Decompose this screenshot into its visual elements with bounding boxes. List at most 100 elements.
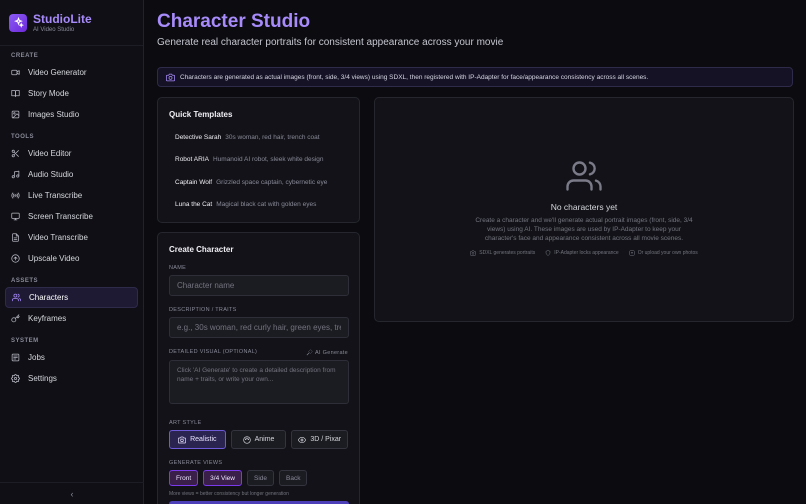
sidebar-item-video-editor[interactable]: Video Editor: [5, 143, 138, 164]
sidebar-item-label: Settings: [28, 374, 57, 383]
sidebar-item-settings[interactable]: Settings: [5, 368, 138, 389]
art-style-3d-button[interactable]: 3D / Pixar: [291, 430, 349, 449]
feature-item: SDXL generates portraits: [470, 250, 535, 256]
info-banner: Characters are generated as actual image…: [157, 67, 793, 87]
list-icon: [11, 353, 20, 362]
views-label: GENERATE VIEWS: [169, 460, 348, 466]
art-style-label: ART STYLE: [169, 420, 348, 426]
visual-label: DETAILED VISUAL (OPTIONAL) AI Generate: [169, 349, 348, 356]
name-label-text: NAME: [169, 265, 187, 271]
users-icon: [12, 293, 21, 302]
name-label: NAME: [169, 265, 348, 271]
art-style-realistic-button[interactable]: Realistic: [169, 430, 226, 449]
view-label: Back: [286, 474, 301, 482]
file-text-icon: [12, 233, 19, 242]
template-desc: Magical black cat with golden eyes: [216, 201, 317, 209]
view-label: Side: [254, 474, 268, 482]
upload-icon: [629, 250, 635, 256]
feature-item: IP-Adapter locks appearance: [545, 250, 619, 256]
characters-empty-state: No characters yet Create a character and…: [374, 97, 794, 322]
feature-label: Or upload your own photos: [637, 250, 698, 256]
template-item[interactable]: Detective Sarah 30s woman, red hair, tre…: [169, 126, 348, 149]
empty-description: Create a character and we'll generate ac…: [475, 217, 693, 242]
name-input[interactable]: [169, 275, 349, 296]
quick-templates-card: Quick Templates Detective Sarah 30s woma…: [157, 97, 360, 223]
image-icon: [11, 110, 20, 119]
sidebar-item-keyframes[interactable]: Keyframes: [5, 308, 138, 329]
feature-label: SDXL generates portraits: [479, 250, 536, 256]
camera-icon: [470, 250, 477, 256]
brand-subtitle: AI Video Studio: [33, 26, 75, 33]
upscale-icon: [11, 254, 20, 263]
sidebar-item-label: Story Mode: [28, 89, 69, 98]
sidebar-item-label: Live Transcribe: [28, 191, 83, 200]
art-style-label-text: Anime: [254, 436, 275, 443]
view-back-toggle[interactable]: Back: [279, 470, 308, 486]
traits-input[interactable]: [169, 317, 349, 338]
sidebar-item-label: Upscale Video: [28, 254, 80, 263]
sidebar-item-characters[interactable]: Characters: [5, 287, 138, 308]
sidebar-item-live-transcribe[interactable]: Live Transcribe: [5, 185, 138, 206]
ai-generate-label: AI Generate: [315, 349, 348, 356]
feature-list: SDXL generates portraits IP-Adapter lock…: [470, 250, 698, 256]
sidebar-item-label: Video Generator: [28, 68, 87, 77]
visual-description-input[interactable]: [169, 360, 349, 404]
sidebar-item-images-studio[interactable]: Images Studio: [5, 104, 138, 125]
sidebar-item-jobs[interactable]: Jobs: [5, 347, 138, 368]
view-front-toggle[interactable]: Front: [169, 470, 199, 486]
sidebar-item-label: Keyframes: [28, 314, 67, 323]
sidebar-item-label: Video Transcribe: [28, 233, 88, 242]
logo-icon: [9, 13, 27, 32]
visual-label-text: DETAILED VISUAL (OPTIONAL): [169, 349, 258, 355]
sidebar-item-video-generator[interactable]: Video Generator: [5, 62, 138, 83]
template-item[interactable]: Robot ARIA Humanoid AI robot, sleek whit…: [169, 149, 348, 172]
view-three-quarter-toggle[interactable]: 3/4 View: [203, 470, 242, 486]
views-label-text: GENERATE VIEWS: [169, 460, 223, 466]
camera-icon: [166, 73, 175, 81]
music-icon: [11, 170, 20, 179]
scissors-icon: [11, 149, 19, 158]
main-content: Character Studio Generate real character…: [144, 0, 806, 504]
traits-label: DESCRIPTION / TRAITS: [169, 307, 348, 313]
view-label: Front: [176, 474, 192, 482]
chevron-left-icon: ‹: [70, 488, 74, 499]
sidebar-item-label: Jobs: [28, 353, 45, 362]
views-hint: More views = better consistency but long…: [169, 491, 289, 497]
video-icon: [11, 69, 20, 76]
brand[interactable]: StudioLite AI Video Studio: [0, 0, 143, 46]
radio-icon: [11, 192, 20, 199]
sidebar-item-label: Screen Transcribe: [28, 212, 93, 221]
view-side-toggle[interactable]: Side: [247, 470, 275, 486]
ai-generate-button[interactable]: AI Generate: [306, 349, 348, 356]
template-desc: Grizzled space captain, cybernetic eye: [216, 178, 328, 186]
sidebar-item-video-transcribe[interactable]: Video Transcribe: [5, 227, 138, 248]
template-item[interactable]: Captain Wolf Grizzled space captain, cyb…: [169, 171, 348, 194]
eye-icon: [298, 436, 307, 443]
template-name: Robot ARIA: [175, 156, 209, 164]
info-banner-text: Characters are generated as actual image…: [180, 73, 649, 81]
sidebar-item-story-mode[interactable]: Story Mode: [5, 83, 138, 104]
view-label: 3/4 View: [210, 474, 235, 482]
app-root: StudioLite AI Video Studio CREATE Video …: [0, 0, 806, 504]
create-character-card: Create Character NAME DESCRIPTION / TRAI…: [157, 232, 360, 504]
art-style-label-text: Realistic: [190, 436, 217, 443]
sidebar-item-label: Images Studio: [28, 110, 80, 119]
template-name: Luna the Cat: [175, 201, 213, 209]
users-icon: [566, 161, 602, 191]
sidebar-item-label: Audio Studio: [28, 170, 74, 179]
sidebar-item-label: Characters: [29, 293, 69, 302]
art-style-label-text: ART STYLE: [169, 420, 202, 426]
collapse-sidebar-button[interactable]: ‹: [0, 482, 144, 504]
sidebar-item-audio-studio[interactable]: Audio Studio: [5, 164, 138, 185]
wand-icon: [306, 349, 313, 356]
monitor-icon: [11, 212, 20, 221]
page-subtitle: Generate real character portraits for co…: [157, 37, 504, 48]
camera-icon: [178, 436, 187, 443]
create-character-title: Create Character: [169, 245, 234, 254]
shield-icon: [545, 250, 551, 256]
sidebar-item-upscale-video[interactable]: Upscale Video: [5, 248, 138, 269]
sidebar-item-screen-transcribe[interactable]: Screen Transcribe: [5, 206, 138, 227]
template-item[interactable]: Luna the Cat Magical black cat with gold…: [169, 194, 348, 217]
art-style-anime-button[interactable]: Anime: [230, 430, 287, 449]
art-style-options: Realistic Anime 3D / Pixar: [169, 430, 349, 449]
